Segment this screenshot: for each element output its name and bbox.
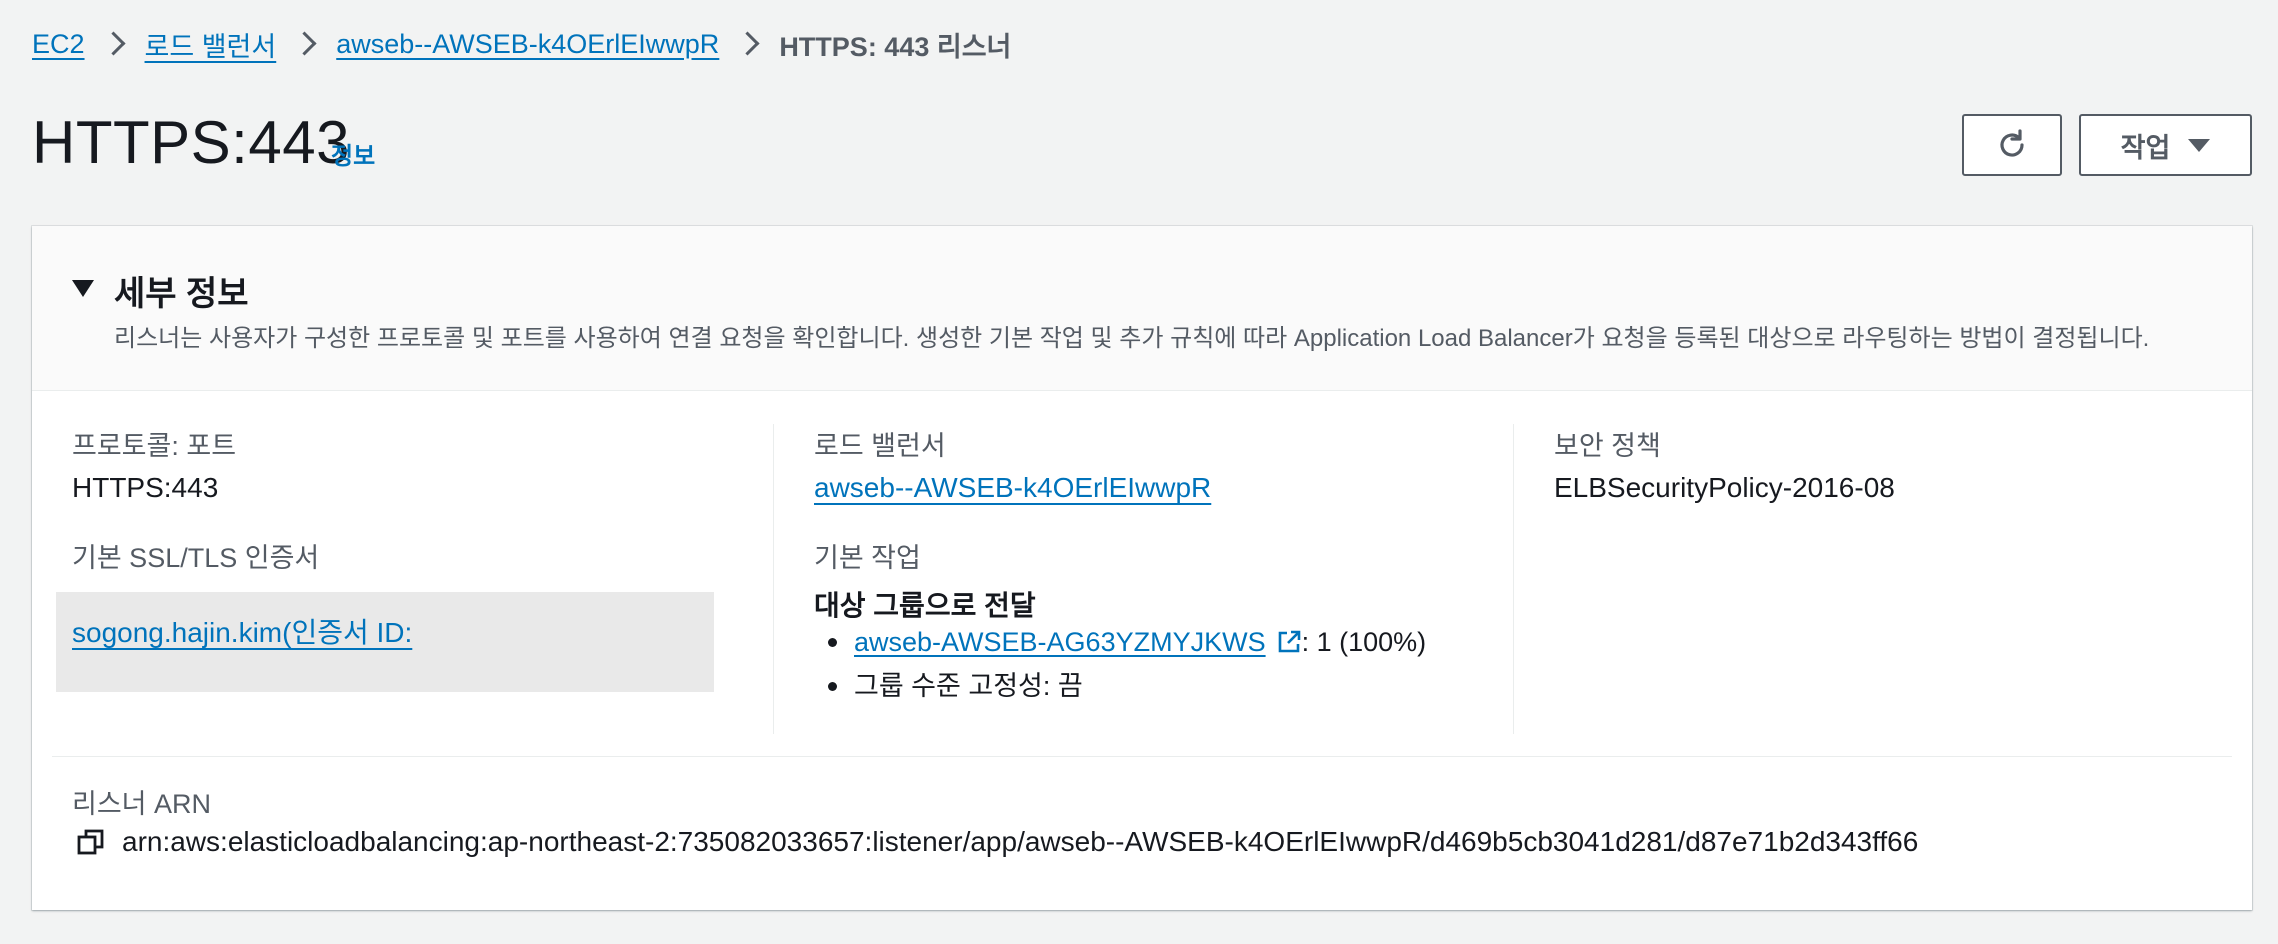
stickiness-text: 그룹 수준 고정성: 끔 [854, 671, 1083, 701]
ssl-certificate-label: 기본 SSL/TLS 인증서 [72, 543, 320, 573]
breadcrumb-load-balancers[interactable]: 로드 밸런서 [145, 25, 277, 64]
info-link[interactable]: 정보 [331, 136, 375, 171]
refresh-icon [2000, 129, 2024, 157]
default-action-title: 대상 그룹으로 전달 [814, 590, 1036, 621]
refresh-button[interactable] [1962, 114, 2062, 176]
column-load-balancer: 로드 밸런서 awseb--AWSEB-k4OErlEIwwpR 기본 작업 대… [773, 424, 1494, 734]
divider [52, 756, 2232, 757]
page-title: HTTPS:443 [32, 109, 350, 176]
breadcrumb-ec2[interactable]: EC2 [32, 29, 85, 60]
ssl-certificate-link[interactable]: sogong.hajin.kim(인증서 ID: [72, 611, 412, 651]
details-panel-header[interactable]: 세부 정보 리스너는 사용자가 구성한 프로토콜 및 포트를 사용하여 연결 요… [32, 226, 2252, 391]
target-group-link[interactable]: awseb-AWSEB-AG63YZMYJKWS [854, 627, 1266, 657]
chevron-right-icon [735, 22, 763, 66]
security-policy-value: ELBSecurityPolicy-2016-08 [1554, 472, 1895, 503]
breadcrumb-current: HTTPS: 443 리스너 [779, 31, 1012, 62]
external-link-icon[interactable] [1276, 629, 1302, 655]
listener-arn-row: arn:aws:elasticloadbalancing:ap-northeas… [72, 826, 1918, 858]
default-action-list: awseb-AWSEB-AG63YZMYJKWS : 1 (100%) 그룹 수… [814, 620, 1426, 708]
copy-icon[interactable] [76, 827, 106, 857]
actions-dropdown-button[interactable]: 작업 [2079, 114, 2252, 176]
protocol-port-value: HTTPS:443 [72, 472, 219, 503]
expand-toggle-icon[interactable] [72, 280, 94, 297]
list-item: awseb-AWSEB-AG63YZMYJKWS : 1 (100%) [814, 620, 1426, 664]
actions-label: 작업 [2120, 132, 2171, 163]
details-description: 리스너는 사용자가 구성한 프로토콜 및 포트를 사용하여 연결 요청을 확인합… [114, 325, 2150, 352]
list-item: 그룹 수준 고정성: 끔 [814, 664, 1426, 708]
chevron-right-icon [292, 22, 320, 66]
listener-arn-value: arn:aws:elasticloadbalancing:ap-northeas… [122, 826, 1919, 857]
caret-down-icon [2188, 138, 2211, 152]
security-policy-label: 보안 정책 [1554, 431, 1661, 461]
column-protocol: 프로토콜: 포트 HTTPS:443 기본 SSL/TLS 인증서 [72, 424, 762, 734]
default-action-label: 기본 작업 [814, 543, 921, 573]
chevron-right-icon [101, 22, 129, 66]
details-title: 세부 정보 [114, 275, 249, 313]
load-balancer-link[interactable]: awseb--AWSEB-k4OErlEIwwpR [814, 472, 1211, 503]
breadcrumb: EC2 로드 밸런서 awseb--AWSEB-k4OErlEIwwpR HTT… [32, 22, 1011, 66]
details-panel: 세부 정보 리스너는 사용자가 구성한 프로토콜 및 포트를 사용하여 연결 요… [32, 226, 2252, 910]
target-weight: : 1 (100%) [1301, 627, 1427, 657]
listener-arn-label: 리스너 ARN [72, 789, 212, 819]
load-balancer-label: 로드 밸런서 [814, 431, 946, 461]
breadcrumb-load-balancer-name[interactable]: awseb--AWSEB-k4OErlEIwwpR [336, 29, 719, 60]
column-security-policy: 보안 정책 ELBSecurityPolicy-2016-08 [1513, 424, 2214, 734]
protocol-port-label: 프로토콜: 포트 [72, 431, 237, 461]
